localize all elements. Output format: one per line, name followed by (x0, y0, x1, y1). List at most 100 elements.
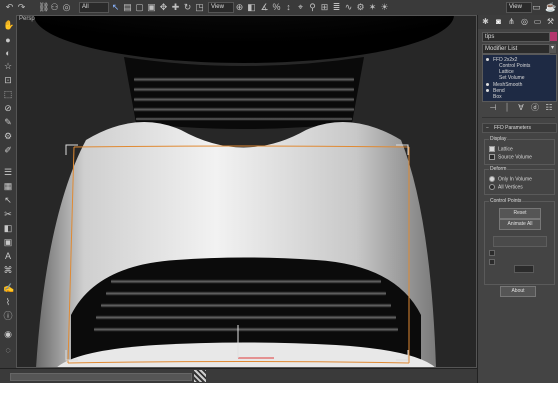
spinner-snap-icon[interactable]: ↕ (284, 3, 293, 12)
bulb-icon[interactable] (486, 58, 489, 61)
link-icon[interactable]: ⛓ (38, 3, 49, 12)
brush2-icon[interactable]: ✐ (3, 145, 13, 155)
align-icon[interactable]: ⊞ (320, 3, 329, 12)
command-panel: ✱ ◙ ⋔ ◎ ▭ ⚒ tips Modifier List ▾ FFD 2x2… (477, 15, 558, 383)
redo-icon[interactable]: ↷ (17, 3, 26, 12)
text-icon[interactable]: A (3, 251, 13, 261)
percent-snap-icon[interactable]: % (272, 3, 281, 12)
lattice-checkbox[interactable]: Lattice (489, 146, 513, 152)
unlink-icon[interactable]: ⚇ (50, 3, 59, 12)
animate-all-button[interactable]: Animate All (499, 219, 541, 230)
angle-snap-icon[interactable]: ∡ (260, 3, 269, 12)
render-icon[interactable]: ☕ (545, 3, 556, 12)
info-icon[interactable]: ⓘ (3, 311, 13, 321)
divider (482, 117, 555, 118)
command-panel-tabs: ✱ ◙ ⋔ ◎ ▭ ⚒ (478, 15, 558, 29)
select-manipulate-icon[interactable]: ⊕ (235, 3, 244, 12)
time-slider[interactable] (10, 373, 192, 381)
reset-button[interactable]: Reset (499, 208, 541, 219)
tag-icon[interactable]: ◉ (3, 329, 13, 339)
app-window: ↶ ↷ ⛓ ⚇ ◎ All ↖ ▤ ▢ ▣ ✥ ✚ ↻ ◳ View ⊕ ◧ ∡… (0, 0, 558, 415)
select-region-icon[interactable]: ▢ (135, 3, 144, 12)
outside-points-checkbox (489, 259, 498, 265)
link-tool-icon[interactable]: ⊘ (3, 103, 13, 113)
viewport-label[interactable]: Persp (19, 16, 35, 22)
timeline-bar[interactable] (0, 368, 477, 384)
star-icon[interactable]: ☆ (3, 61, 13, 71)
mirror-icon[interactable]: ⚲ (308, 3, 317, 12)
pivot-icon[interactable]: ◳ (195, 3, 204, 12)
list-icon[interactable]: ☰ (3, 167, 13, 177)
edit-icon[interactable]: ✍ (3, 283, 14, 293)
gear-icon[interactable]: ⚙ (3, 131, 13, 141)
grab-handle-icon[interactable] (194, 370, 206, 382)
weld-icon[interactable]: ⌘ (3, 265, 13, 275)
render-frame-icon[interactable]: ▭ (532, 3, 541, 12)
view-dropdown[interactable]: View (506, 2, 532, 13)
modifier-stack[interactable]: FFD 2x2x2 Control Points Lattice Set Vol… (482, 54, 557, 102)
drop-icon[interactable]: ◌ (3, 345, 13, 355)
ffd-parameters-rollout[interactable]: − FFD Parameters (482, 123, 557, 133)
viewport-scene (16, 15, 477, 368)
perspective-viewport[interactable]: Persp (16, 15, 477, 368)
sphere-icon[interactable]: ● (3, 35, 13, 45)
offset-spinner[interactable] (514, 265, 534, 273)
selection-filter-dropdown[interactable]: All (79, 2, 109, 13)
shape-icon[interactable]: ⊡ (3, 75, 13, 85)
main-toolbar: ↶ ↷ ⛓ ⚇ ◎ All ↖ ▤ ▢ ▣ ✥ ✚ ↻ ◳ View ⊕ ◧ ∡… (0, 0, 558, 16)
utilities-icon[interactable]: ⚒ (546, 17, 555, 26)
scale-icon[interactable]: ↻ (183, 3, 192, 12)
show-end-result-icon[interactable]: ⏐ (502, 103, 512, 113)
select-by-name-icon[interactable]: ▤ (123, 3, 132, 12)
scroll-icon[interactable]: ⌇ (3, 297, 13, 307)
paint-icon[interactable]: ◧ (3, 223, 13, 233)
lock-icon[interactable]: ◐ (3, 48, 13, 58)
named-selection-icon[interactable]: ⌖ (296, 3, 305, 12)
brush-icon[interactable]: ✎ (3, 117, 13, 127)
object-name-field[interactable]: tips (482, 32, 550, 42)
conform-to-shape-button (493, 236, 547, 247)
make-unique-icon[interactable]: ∀ (516, 103, 526, 113)
source-volume-checkbox[interactable]: Source Volume (489, 154, 532, 160)
display-icon[interactable]: ▭ (533, 17, 542, 26)
bulb-icon[interactable] (486, 89, 489, 92)
only-in-volume-radio[interactable]: Only In Volume (489, 176, 532, 182)
deform-group: Deform Only In Volume All Vertices (484, 166, 555, 195)
collapse-icon[interactable]: − (486, 124, 489, 132)
stack-item[interactable]: Set Volume (483, 75, 556, 81)
remove-modifier-icon[interactable]: ⓓ (530, 103, 540, 113)
material-editor-icon[interactable]: ✶ (368, 3, 377, 12)
reference-coord-dropdown[interactable]: View (208, 2, 234, 13)
snap-icon[interactable]: ◧ (247, 3, 256, 12)
select-tool-icon[interactable]: ↖ (3, 195, 13, 205)
about-button[interactable]: About (500, 286, 536, 297)
curve-editor-icon[interactable]: ∿ (344, 3, 353, 12)
modifier-list-arrow-icon[interactable]: ▾ (549, 44, 556, 53)
modify-icon[interactable]: ◙ (494, 17, 503, 26)
pin-stack-icon[interactable]: ⊣ (488, 103, 498, 113)
scissor-icon[interactable]: ✂ (3, 209, 13, 219)
all-vertices-radio[interactable]: All Vertices (489, 184, 523, 190)
grid-icon[interactable]: ▦ (3, 181, 13, 191)
stack-item[interactable]: Box (483, 94, 556, 100)
rotate-icon[interactable]: ✚ (171, 3, 180, 12)
hierarchy-icon[interactable]: ⋔ (507, 17, 516, 26)
object-color-swatch[interactable] (550, 32, 557, 41)
render-setup-icon[interactable]: ☀ (380, 3, 389, 12)
configure-sets-icon[interactable]: ☷ (544, 103, 554, 113)
inside-points-checkbox (489, 250, 498, 256)
pan-icon[interactable]: ✋ (3, 20, 14, 30)
select-icon[interactable]: ↖ (111, 3, 120, 12)
window-crossing-icon[interactable]: ▣ (147, 3, 156, 12)
motion-icon[interactable]: ◎ (520, 17, 529, 26)
camera-icon[interactable]: ⬚ (3, 89, 13, 99)
modifier-list-dropdown[interactable]: Modifier List (482, 44, 550, 54)
bind-icon[interactable]: ◎ (62, 3, 71, 12)
bulb-icon[interactable] (486, 83, 489, 86)
layer-icon[interactable]: ≣ (332, 3, 341, 12)
schematic-icon[interactable]: ⚙ (356, 3, 365, 12)
move-icon[interactable]: ✥ (159, 3, 168, 12)
undo-icon[interactable]: ↶ (5, 3, 14, 12)
fill-icon[interactable]: ▣ (3, 237, 13, 247)
create-icon[interactable]: ✱ (481, 17, 490, 26)
